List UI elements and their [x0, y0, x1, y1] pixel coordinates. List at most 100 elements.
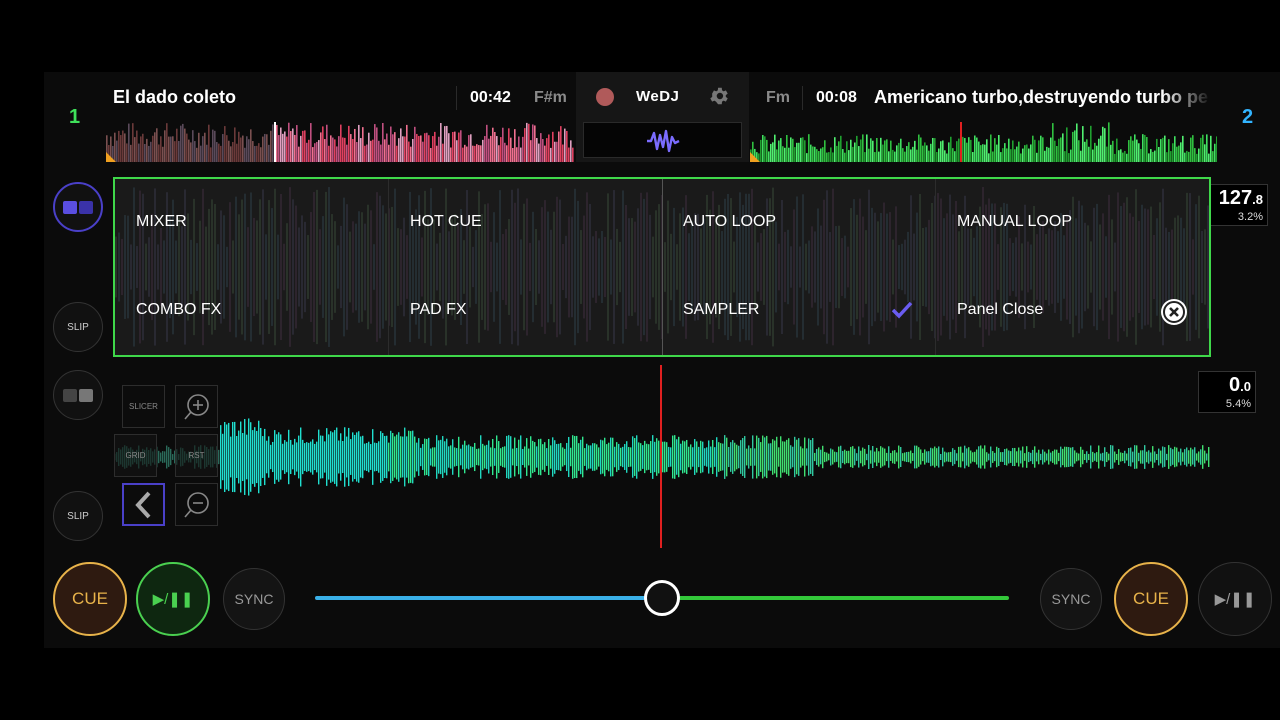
- waveform-bar: [416, 133, 418, 162]
- deck2-overview-waveform[interactable]: [750, 122, 1217, 162]
- waveform-bar: [986, 139, 988, 162]
- deck2-cue-button[interactable]: CUE: [1114, 562, 1188, 636]
- deck1-cue-button[interactable]: CUE: [53, 562, 127, 636]
- deck2-track-title[interactable]: Americano turbo,destruyendo turbo pe: [874, 87, 1212, 108]
- waveform-bar: [990, 134, 992, 162]
- waveform-bar: [234, 127, 236, 162]
- waveform-bar: [1164, 447, 1166, 467]
- deck1-layout-button[interactable]: [53, 182, 103, 232]
- waveform-bar: [1008, 450, 1010, 464]
- grid-button[interactable]: GRID: [114, 434, 157, 477]
- waveform-bar: [950, 136, 952, 162]
- waveform-bar: [252, 141, 254, 162]
- waveform-bar: [942, 447, 944, 467]
- waveform-bar: [564, 448, 566, 466]
- deck1-sync-button[interactable]: SYNC: [223, 568, 285, 630]
- waveform-bar: [1009, 238, 1011, 296]
- waveform-bar: [362, 127, 364, 162]
- deck2-layout-button[interactable]: [53, 370, 103, 420]
- waveform-bar: [854, 142, 856, 162]
- waveform-bar: [952, 448, 954, 466]
- waveform-bar: [322, 126, 324, 162]
- waveform-bar: [373, 244, 375, 290]
- waveform-bar: [1098, 138, 1100, 162]
- waveform-bar: [910, 149, 912, 162]
- deck1-play-pause-button[interactable]: ▶/❚❚: [136, 562, 210, 636]
- zoom-in-button[interactable]: [175, 385, 218, 428]
- waveform-bar: [402, 436, 404, 478]
- waveform-bar: [380, 144, 382, 162]
- deck1-pitch-percent: 3.2%: [1237, 211, 1263, 223]
- waveform-bar: [988, 453, 990, 461]
- waveform-bar: [278, 135, 280, 162]
- waveform-bar: [888, 151, 890, 162]
- deck2-time[interactable]: 00:08: [816, 89, 857, 107]
- waveform-bar: [157, 244, 159, 290]
- waveform-bar: [1130, 447, 1132, 467]
- waveform-bar: [428, 135, 430, 162]
- deck2-slip-button[interactable]: SLIP: [53, 491, 103, 541]
- crossfader-knob[interactable]: [644, 580, 680, 616]
- deck2-key[interactable]: Fm: [766, 89, 790, 107]
- deck2-play-pause-button[interactable]: ▶/❚❚: [1198, 562, 1272, 636]
- waveform-bar: [308, 442, 310, 472]
- deck1-bpm-display[interactable]: 127.8 3.2%: [1210, 184, 1268, 226]
- waveform-bar: [370, 444, 372, 470]
- waveform-bar: [250, 192, 252, 342]
- reset-button[interactable]: RST: [175, 434, 218, 477]
- waveform-bar: [370, 210, 372, 324]
- waveform-bar: [340, 225, 342, 309]
- menu-item-auto-loop[interactable]: AUTO LOOP: [683, 202, 776, 242]
- waveform-bar: [854, 448, 856, 466]
- zoom-out-button[interactable]: [175, 483, 218, 526]
- deck1-track-title[interactable]: El dado coleto: [113, 87, 443, 108]
- waveform-bar: [1194, 148, 1196, 162]
- waveform-bar: [168, 447, 170, 467]
- gear-icon[interactable]: [708, 85, 730, 107]
- record-dot-icon[interactable]: [596, 88, 614, 106]
- menu-item-mixer[interactable]: MIXER: [136, 202, 187, 242]
- deck1-key[interactable]: F#m: [534, 89, 567, 107]
- waveform-bar: [692, 447, 694, 467]
- waveform-bar: [350, 439, 352, 475]
- menu-item-manual-loop[interactable]: MANUAL LOOP: [957, 202, 1072, 242]
- menu-item-pad-fx[interactable]: PAD FX: [410, 290, 467, 330]
- divider: [802, 86, 803, 110]
- waveform-bar: [332, 432, 334, 482]
- waveform-bar: [1126, 153, 1128, 162]
- waveform-bar: [1148, 153, 1150, 162]
- waveform-bar: [613, 190, 615, 344]
- waveform-bar: [366, 144, 368, 162]
- menu-item-sampler[interactable]: SAMPLER: [683, 290, 759, 330]
- menu-item-hot-cue[interactable]: HOT CUE: [410, 202, 482, 242]
- waveform-bar: [361, 212, 363, 322]
- waveform-bar: [490, 447, 492, 467]
- waveform-bar: [162, 451, 164, 463]
- waveform-bar: [562, 447, 564, 467]
- waveform-toggle-button[interactable]: [583, 122, 742, 158]
- slicer-button[interactable]: SLICER: [122, 385, 165, 428]
- crossfader[interactable]: [315, 580, 1009, 616]
- waveform-bar: [752, 435, 754, 479]
- waveform-bar: [1132, 451, 1134, 463]
- waveform-bar: [196, 147, 198, 162]
- waveform-bar: [754, 448, 756, 466]
- waveform-bar: [643, 198, 645, 336]
- menu-item-panel-close[interactable]: Panel Close: [957, 290, 1043, 330]
- deck2-bpm-value: 0: [1229, 374, 1241, 396]
- menu-item-combo-fx[interactable]: COMBO FX: [136, 290, 221, 330]
- deck1-time[interactable]: 00:42: [470, 89, 511, 107]
- deck2-sync-button[interactable]: SYNC: [1040, 568, 1102, 630]
- waveform-bar: [295, 205, 297, 329]
- waveform-bar: [1045, 234, 1047, 300]
- waveform-bar: [121, 238, 123, 296]
- waveform-bar: [382, 205, 384, 329]
- back-button[interactable]: [122, 483, 165, 526]
- waveform-bar: [1110, 445, 1112, 469]
- waveform-bar: [924, 142, 926, 162]
- deck1-overview-waveform[interactable]: [106, 122, 574, 162]
- deck1-slip-button[interactable]: SLIP: [53, 302, 103, 352]
- deck2-main-waveform[interactable]: [114, 402, 1210, 512]
- close-circle-icon[interactable]: [1161, 299, 1187, 325]
- waveform-bar: [360, 436, 362, 478]
